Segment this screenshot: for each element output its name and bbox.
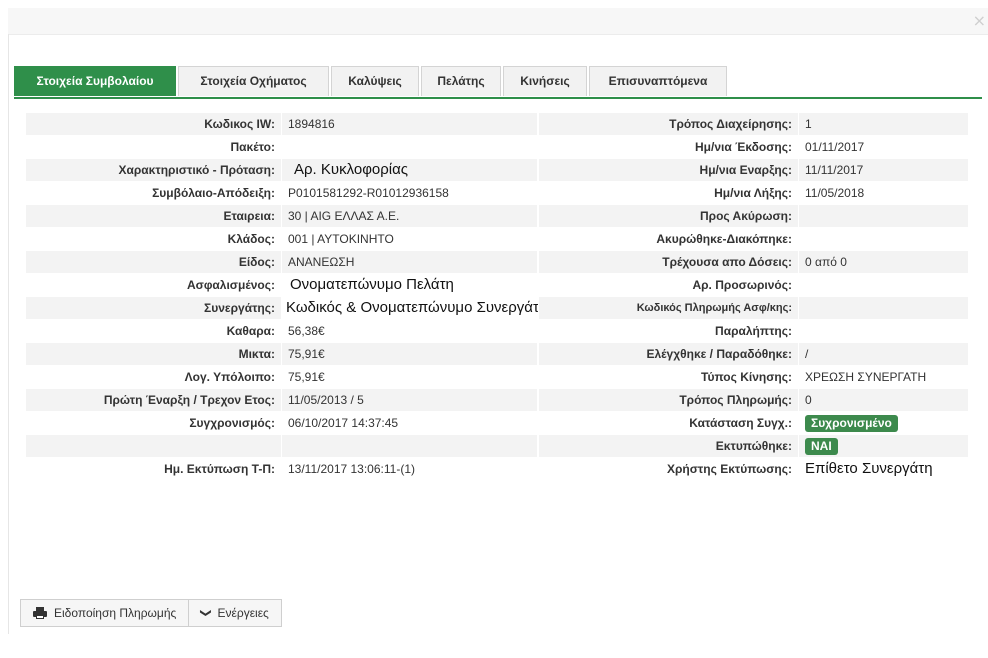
payment-notice-label: Ειδοποίηση Πληρωμής xyxy=(54,606,177,620)
tab-vehicle-details[interactable]: Στοιχεία Οχήματος xyxy=(178,66,329,96)
table-row: Πακέτο: Ημ/νια Έκδοσης: 01/11/2017 xyxy=(26,136,968,159)
field-value: 1 xyxy=(798,113,968,135)
field-label: Πρώτη Έναρξη / Τρεχον Ετος: xyxy=(26,389,281,411)
printed-status-badge: ΝΑΙ xyxy=(805,438,838,455)
table-row: Μικτα: 75,91€ Ελέγχθηκε / Παραδόθηκε: / xyxy=(26,343,968,366)
field-label: Κωδικος IW: xyxy=(26,113,281,135)
field-label: Χρήστης Εκτύπωσης: xyxy=(538,458,798,480)
field-value: 30 | AIG ΕΛΛΑΣ Α.Ε. xyxy=(281,205,537,227)
field-value: 0 από 0 xyxy=(798,251,968,273)
field-value: 11/05/2013 / 5 xyxy=(281,389,537,411)
field-value: 11/11/2017 xyxy=(798,159,968,181)
tab-coverages[interactable]: Καλύψεις xyxy=(331,66,419,96)
field-value: 01/11/2017 xyxy=(798,136,968,158)
table-row: Καθαρα: 56,38€ Παραλήπτης: xyxy=(26,320,968,343)
chevron-down-icon: ❯ xyxy=(199,608,213,618)
tab-customer[interactable]: Πελάτης xyxy=(421,66,501,96)
field-value: / xyxy=(798,343,968,365)
field-value: Ονοματεπώνυμο Πελάτη xyxy=(281,274,537,296)
field-label: Κλάδος: xyxy=(227,232,275,246)
field-label: Συνεργάτης: xyxy=(26,297,281,319)
field-label: Κατάσταση Συγχ.: xyxy=(538,412,798,434)
payment-notice-button[interactable]: Ειδοποίηση Πληρωμής xyxy=(20,599,190,627)
sync-status-badge: Συχρονισμένο xyxy=(805,415,898,432)
tab-contract-details[interactable]: Στοιχεία Συμβολαίου xyxy=(14,66,176,96)
field-value: Επίθετο Συνεργάτη xyxy=(798,458,968,480)
field-label: Τρέχουσα απο Δόσεις: xyxy=(538,251,798,273)
sync-status-cell: Συχρονισμένο xyxy=(798,412,968,434)
actions-label: Ενέργειες xyxy=(217,606,269,620)
field-label: Αρ. Προσωρινός: xyxy=(538,274,798,296)
field-label: Εταιρεια: xyxy=(26,205,281,227)
field-value: ΧΡΕΩΣΗ ΣΥΝΕΡΓΑΤΗ xyxy=(798,366,968,388)
modal-left-border xyxy=(8,34,9,634)
action-button-group: Ειδοποίηση Πληρωμής ❯ Ενέργειες xyxy=(20,599,282,627)
field-value xyxy=(281,136,537,158)
close-icon[interactable]: × xyxy=(973,12,986,30)
field-label: Ημ/νια Έκδοσης: xyxy=(538,136,798,158)
table-row: Κλάδος: 001 | ΑΥΤΟΚΙΝΗΤΟ Ακυρώθηκε-Διακό… xyxy=(26,228,968,251)
field-value: 56,38€ xyxy=(281,320,537,342)
field-label: Μικτα: xyxy=(26,343,281,365)
field-value: 75,91€ xyxy=(281,366,537,388)
field-label: Ημ. Εκτύπωση Τ-Π: xyxy=(164,462,275,476)
table-row: Συγχρονισμός: 06/10/2017 14:37:45 Κατάστ… xyxy=(26,412,968,435)
field-label: Ασφαλισμένος: xyxy=(186,278,275,292)
field-label: Εκτυπώθηκε: xyxy=(538,435,798,457)
printed-status-cell: ΝΑΙ xyxy=(798,435,968,457)
table-row: Είδος: ΑΝΑΝΕΩΣΗ Τρέχουσα απο Δόσεις: 0 α… xyxy=(26,251,968,274)
field-label: Ημ/νια Εναρξης: xyxy=(538,159,798,181)
field-value: 001 | ΑΥΤΟΚΙΝΗΤΟ xyxy=(281,228,537,250)
table-row: Ημ. Εκτύπωση Τ-Π: 13/11/2017 13:06:11-(1… xyxy=(26,458,968,481)
table-row: Πρώτη Έναρξη / Τρεχον Ετος: 11/05/2013 /… xyxy=(26,389,968,412)
field-value xyxy=(798,228,968,250)
table-row: Εταιρεια: 30 | AIG ΕΛΛΑΣ Α.Ε. Προς Ακύρω… xyxy=(26,205,968,228)
field-label: Συμβόλαιο-Απόδειξη: xyxy=(152,186,275,200)
field-label: Είδος: xyxy=(26,251,281,273)
field-label: Προς Ακύρωση: xyxy=(538,205,798,227)
field-label: Τρόπος Διαχείρησης: xyxy=(538,113,798,135)
field-value: 06/10/2017 14:37:45 xyxy=(281,412,537,434)
field-value: 13/11/2017 13:06:11-(1) xyxy=(281,458,537,480)
table-row: Συνεργάτης: Κωδικός & Ονοματεπώνυμο Συνε… xyxy=(26,297,968,320)
field-value xyxy=(798,205,968,227)
field-label: Τύπος Κίνησης: xyxy=(538,366,798,388)
field-label: Ακυρώθηκε-Διακόπηκε: xyxy=(538,228,798,250)
tab-transactions[interactable]: Κινήσεις xyxy=(503,66,587,96)
tab-attachments[interactable]: Επισυναπτόμενα xyxy=(589,66,727,96)
field-label: Καθαρα: xyxy=(226,324,275,338)
field-value xyxy=(798,297,968,319)
table-row: Εκτυπώθηκε: ΝΑΙ xyxy=(26,435,968,458)
field-value: 1894816 xyxy=(281,113,537,135)
tab-bar: Στοιχεία Συμβολαίου Στοιχεία Οχήματος Κα… xyxy=(14,66,982,99)
field-value: 75,91€ xyxy=(281,343,537,365)
table-row: Ασφαλισμένος: Ονοματεπώνυμο Πελάτη Αρ. Π… xyxy=(26,274,968,297)
field-label: Ημ/νια Λήξης: xyxy=(538,182,798,204)
modal-header xyxy=(8,8,988,35)
field-label: Συγχρονισμός: xyxy=(189,416,275,430)
field-value: Κωδικός & Ονοματεπώνυμο Συνεργάτη xyxy=(281,297,547,319)
field-value: ΑΝΑΝΕΩΣΗ xyxy=(281,251,537,273)
table-row: Κωδικος IW: 1894816 Τρόπος Διαχείρησης: … xyxy=(26,113,968,136)
table-row: Λογ. Υπόλοιπο: 75,91€ Τύπος Κίνησης: ΧΡΕ… xyxy=(26,366,968,389)
field-value xyxy=(798,320,968,342)
field-value: 11/05/2018 xyxy=(798,182,968,204)
field-value: 0 xyxy=(798,389,968,411)
field-label: Πακέτο: xyxy=(230,140,276,154)
field-label: Λογ. Υπόλοιπο: xyxy=(184,370,275,384)
field-label: Χαρακτηριστικό - Πρόταση: xyxy=(26,159,281,181)
field-value xyxy=(281,435,537,457)
printer-icon xyxy=(33,607,47,619)
field-value: Αρ. Κυκλοφορίας xyxy=(281,159,537,181)
field-label: Τρόπος Πληρωμής: xyxy=(538,389,798,411)
field-label: Κωδικός Πληρωμής Ασφ/κης: xyxy=(538,297,798,319)
field-value xyxy=(798,274,968,296)
actions-button[interactable]: ❯ Ενέργειες xyxy=(189,599,282,627)
field-label xyxy=(26,435,281,457)
field-label: Ελέγχθηκε / Παραδόθηκε: xyxy=(538,343,798,365)
field-value: P0101581292-R01012936158 xyxy=(281,182,537,204)
table-row: Χαρακτηριστικό - Πρόταση: Αρ. Κυκλοφορία… xyxy=(26,159,968,182)
table-row: Συμβόλαιο-Απόδειξη: P0101581292-R0101293… xyxy=(26,182,968,205)
field-label: Παραλήπτης: xyxy=(538,320,798,342)
